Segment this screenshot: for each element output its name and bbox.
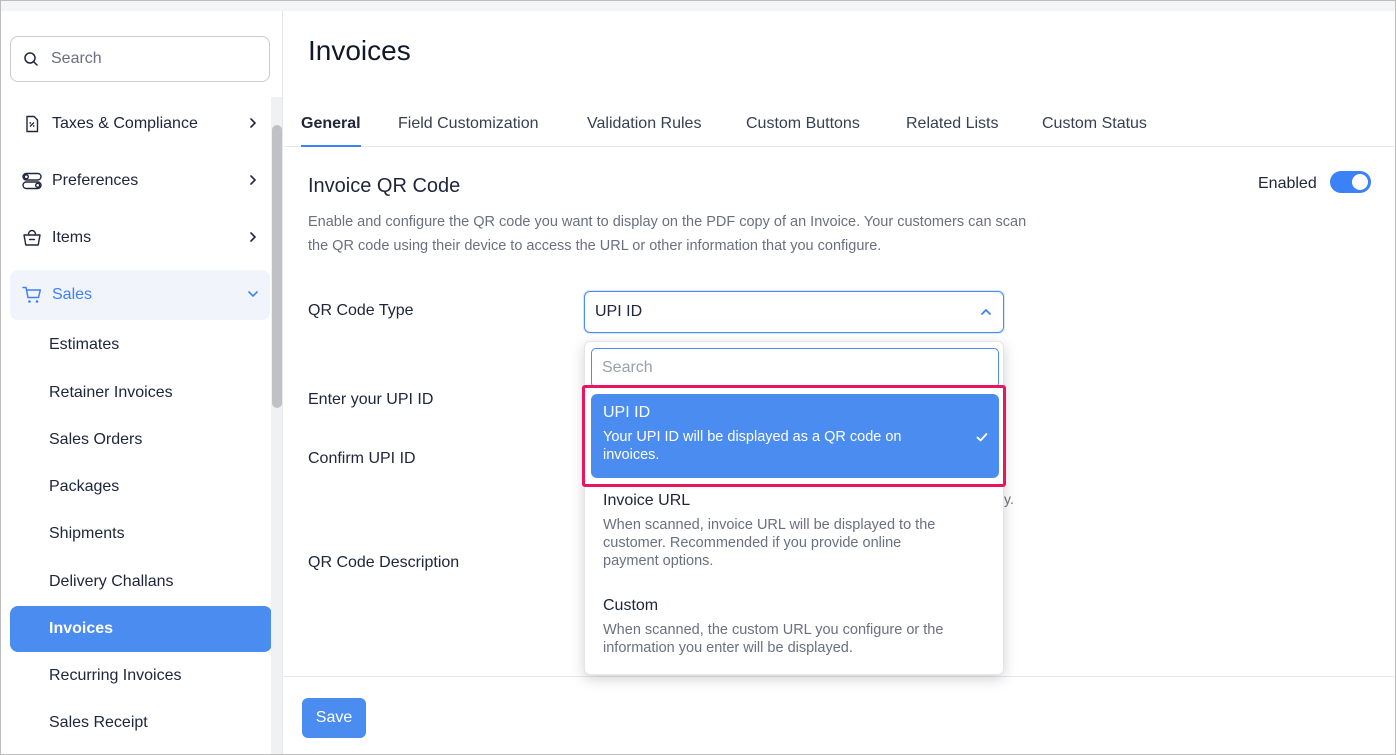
- toggles-icon: [22, 171, 42, 191]
- sidebar-subitem-packages[interactable]: Packages: [10, 464, 272, 510]
- sidebar-subitem-sales-receipt[interactable]: Sales Receipt: [10, 700, 272, 746]
- top-strip: [1, 1, 1395, 11]
- section-description-line: the QR code using their device to access…: [308, 238, 882, 254]
- sidebar-item-items[interactable]: Items: [10, 213, 270, 263]
- basket-icon: [22, 228, 42, 248]
- tab-related-lists[interactable]: Related Lists: [906, 115, 999, 147]
- page-title: Invoices: [308, 35, 411, 66]
- sidebar-item-label: Items: [52, 229, 92, 246]
- option-title: Custom: [603, 597, 659, 614]
- dropdown-search-placeholder: Search: [602, 359, 653, 376]
- option-description-line: invoices.: [603, 447, 660, 463]
- upi-id-label: Enter your UPI ID: [308, 391, 434, 408]
- sidebar-subitem-sales-orders[interactable]: Sales Orders: [10, 417, 272, 463]
- qr-code-type-dropdown: Search UPI ID Your UPI ID will be displa…: [584, 341, 1004, 675]
- option-custom[interactable]: Custom When scanned, the custom URL you …: [591, 587, 999, 667]
- tab-field-customization[interactable]: Field Customization: [398, 115, 539, 147]
- sidebar-item-preferences[interactable]: Preferences: [10, 156, 270, 206]
- sidebar-search-input[interactable]: Search: [10, 36, 270, 82]
- toggle-knob: [1352, 174, 1368, 190]
- enabled-label: Enabled: [1258, 175, 1317, 192]
- document-percent-icon: [22, 114, 42, 134]
- option-description: When scanned, invoice URL will be displa…: [603, 516, 983, 570]
- footer-divider: [284, 676, 1395, 677]
- sidebar-item-sales[interactable]: Sales: [10, 270, 270, 320]
- section-description: Enable and configure the QR code you wan…: [308, 210, 1108, 258]
- cart-icon: [22, 285, 42, 305]
- option-title: UPI ID: [603, 404, 651, 421]
- qr-code-type-select[interactable]: UPI ID: [584, 291, 1004, 333]
- chevron-right-icon: [250, 232, 257, 242]
- confirm-upi-id-label: Confirm UPI ID: [308, 450, 416, 467]
- sidebar-item-label: Sales: [52, 286, 93, 303]
- qr-code-type-value: UPI ID: [595, 303, 643, 320]
- sidebar: Search Taxes & Compliance Preferences It…: [1, 11, 283, 754]
- qr-code-type-label: QR Code Type: [308, 302, 414, 319]
- option-description-line: Your UPI ID will be displayed as a QR co…: [603, 429, 902, 445]
- sidebar-item-taxes-compliance[interactable]: Taxes & Compliance: [10, 99, 270, 149]
- checkmark-icon: [976, 433, 988, 442]
- option-description-line: When scanned, invoice URL will be displa…: [603, 517, 936, 533]
- save-button[interactable]: Save: [302, 698, 366, 738]
- option-description-line: information you enter will be displayed.: [603, 640, 853, 656]
- sidebar-subitem-retainer-invoices[interactable]: Retainer Invoices: [10, 370, 272, 416]
- sidebar-subitem-recurring-invoices[interactable]: Recurring Invoices: [10, 653, 272, 699]
- tab-bar: General Field Customization Validation R…: [284, 99, 1395, 147]
- chevron-right-icon: [250, 118, 257, 128]
- sidebar-subitem-estimates[interactable]: Estimates: [10, 322, 272, 368]
- qr-enabled-toggle[interactable]: [1330, 171, 1371, 193]
- field-hint-text: y.: [1004, 491, 1014, 507]
- sidebar-scrollbar-thumb[interactable]: [272, 125, 282, 408]
- option-invoice-url[interactable]: Invoice URL When scanned, invoice URL wi…: [591, 482, 999, 580]
- option-description-line: When scanned, the custom URL you configu…: [603, 622, 944, 638]
- dropdown-search-input[interactable]: Search: [591, 348, 999, 388]
- option-upi-id[interactable]: UPI ID Your UPI ID will be displayed as …: [591, 394, 999, 478]
- tab-custom-buttons[interactable]: Custom Buttons: [746, 115, 860, 147]
- qr-code-description-label: QR Code Description: [308, 554, 460, 571]
- chevron-right-icon: [250, 175, 257, 185]
- sidebar-item-label: Preferences: [52, 172, 139, 189]
- tab-general[interactable]: General: [301, 115, 361, 147]
- sidebar-subitem-delivery-challans[interactable]: Delivery Challans: [10, 559, 272, 605]
- sidebar-subitem-shipments[interactable]: Shipments: [10, 511, 272, 557]
- option-description-line: customer. Recommended if you provide onl…: [603, 535, 902, 551]
- section-title: Invoice QR Code: [308, 175, 461, 197]
- sidebar-subitem-invoices[interactable]: Invoices: [10, 606, 272, 652]
- chevron-up-icon: [981, 308, 991, 315]
- tab-validation-rules[interactable]: Validation Rules: [587, 115, 701, 147]
- sidebar-search-placeholder: Search: [51, 50, 102, 67]
- section-description-line: Enable and configure the QR code you wan…: [308, 214, 1027, 230]
- option-title: Invoice URL: [603, 492, 691, 509]
- sidebar-item-label: Taxes & Compliance: [52, 115, 198, 132]
- option-description: Your UPI ID will be displayed as a QR co…: [603, 428, 983, 464]
- option-description: When scanned, the custom URL you configu…: [603, 621, 983, 657]
- chevron-down-icon: [248, 291, 258, 298]
- tab-custom-status[interactable]: Custom Status: [1042, 115, 1147, 147]
- search-icon: [24, 52, 38, 66]
- option-description-line: payment options.: [603, 553, 714, 569]
